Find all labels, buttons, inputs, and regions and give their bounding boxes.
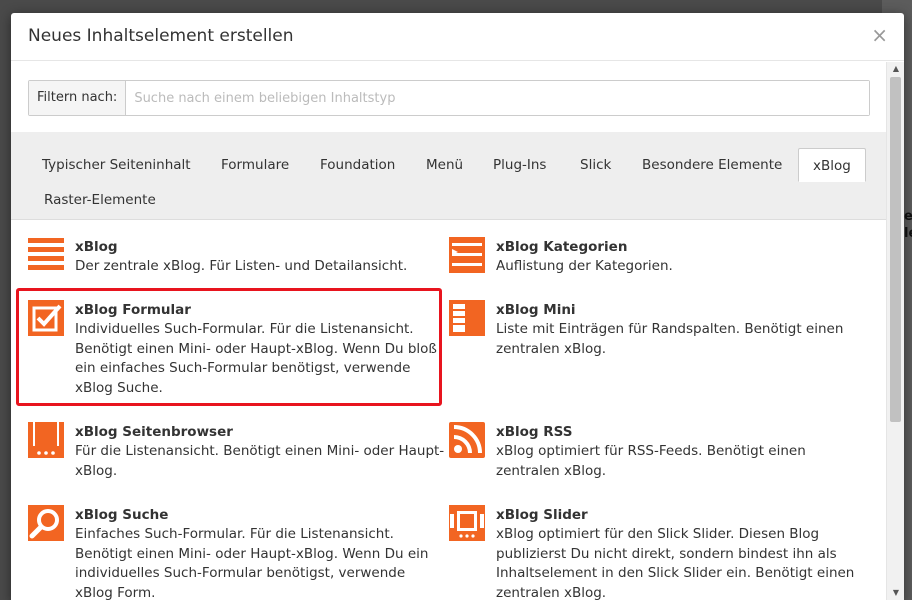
filter-row: Filtern nach: bbox=[28, 80, 870, 116]
selection-highlight bbox=[16, 288, 442, 406]
close-icon[interactable]: × bbox=[871, 24, 888, 46]
tab-besondere-elemente[interactable]: Besondere Elemente bbox=[628, 148, 796, 182]
tab-formulare[interactable]: Formulare bbox=[207, 148, 303, 182]
tab-foundation[interactable]: Foundation bbox=[306, 148, 409, 182]
element-description: Einfaches Such-Formular. Für die Listena… bbox=[75, 526, 429, 600]
mini-list-icon bbox=[449, 300, 485, 336]
content-element-xblog-rss[interactable]: xBlog RSS xBlog optimiert für RSS-Feeds.… bbox=[449, 422, 869, 482]
element-description: Der zentrale xBlog. Für Listen- und Deta… bbox=[75, 258, 408, 274]
tab-menu[interactable]: Menü bbox=[412, 148, 477, 182]
tab-slick[interactable]: Slick bbox=[566, 148, 625, 182]
search-icon bbox=[28, 505, 64, 541]
category-list-icon bbox=[449, 237, 485, 273]
element-description: xBlog optimiert für RSS-Feeds. Benötigt … bbox=[496, 443, 806, 479]
page-browser-icon bbox=[28, 422, 64, 458]
element-title: xBlog Slider bbox=[496, 507, 588, 523]
dialog-title: Neues Inhaltselement erstellen bbox=[28, 26, 294, 46]
dialog-header: Neues Inhaltselement erstellen × bbox=[11, 13, 904, 61]
element-description: Auflistung der Kategorien. bbox=[496, 258, 673, 274]
scroll-down-arrow-icon[interactable]: ▼ bbox=[891, 588, 901, 597]
content-element-xblog-slider[interactable]: xBlog Slider xBlog optimiert für den Sli… bbox=[449, 505, 869, 600]
list-lines-icon bbox=[28, 238, 64, 272]
element-description: Liste mit Einträgen für Randspalten. Ben… bbox=[496, 321, 844, 357]
element-description: xBlog optimiert für den Slick Slider. Di… bbox=[496, 526, 855, 600]
element-title: xBlog Suche bbox=[75, 507, 169, 523]
scroll-up-arrow-icon[interactable]: ▲ bbox=[891, 64, 901, 73]
tab-raster-elemente[interactable]: Raster-Elemente bbox=[30, 183, 170, 217]
slider-icon bbox=[449, 505, 485, 541]
filter-input[interactable] bbox=[126, 81, 869, 115]
content-element-xblog-suche[interactable]: xBlog Suche Einfaches Such-Formular. Für… bbox=[28, 505, 448, 600]
background-text: e le bbox=[904, 209, 912, 241]
tab-bar: Typischer Seiteninhalt Formulare Foundat… bbox=[11, 132, 886, 220]
tab-plug-ins[interactable]: Plug-Ins bbox=[479, 148, 560, 182]
rss-icon bbox=[449, 422, 485, 458]
element-title: xBlog Kategorien bbox=[496, 239, 628, 255]
element-title: xBlog Mini bbox=[496, 302, 576, 318]
content-element-xblog[interactable]: xBlog Der zentrale xBlog. Für Listen- un… bbox=[28, 237, 448, 287]
element-description: Für die Listenansicht. Benötigt einen Mi… bbox=[75, 443, 445, 479]
content-element-xblog-mini[interactable]: xBlog Mini Liste mit Einträgen für Rands… bbox=[449, 300, 869, 360]
tab-typischer-seiteninhalt[interactable]: Typischer Seiteninhalt bbox=[28, 148, 205, 182]
filter-label: Filtern nach: bbox=[29, 81, 127, 115]
element-title: xBlog Seitenbrowser bbox=[75, 424, 233, 440]
content-element-xblog-kategorien[interactable]: xBlog Kategorien Auflistung der Kategori… bbox=[449, 237, 869, 287]
content-element-xblog-seitenbrowser[interactable]: xBlog Seitenbrowser Für die Listenansich… bbox=[28, 422, 448, 482]
element-title: xBlog bbox=[75, 239, 118, 255]
tab-xblog[interactable]: xBlog bbox=[798, 148, 866, 182]
element-title: xBlog RSS bbox=[496, 424, 573, 440]
scrollbar[interactable]: ▲ ▼ bbox=[886, 62, 904, 600]
scroll-thumb[interactable] bbox=[890, 77, 901, 422]
